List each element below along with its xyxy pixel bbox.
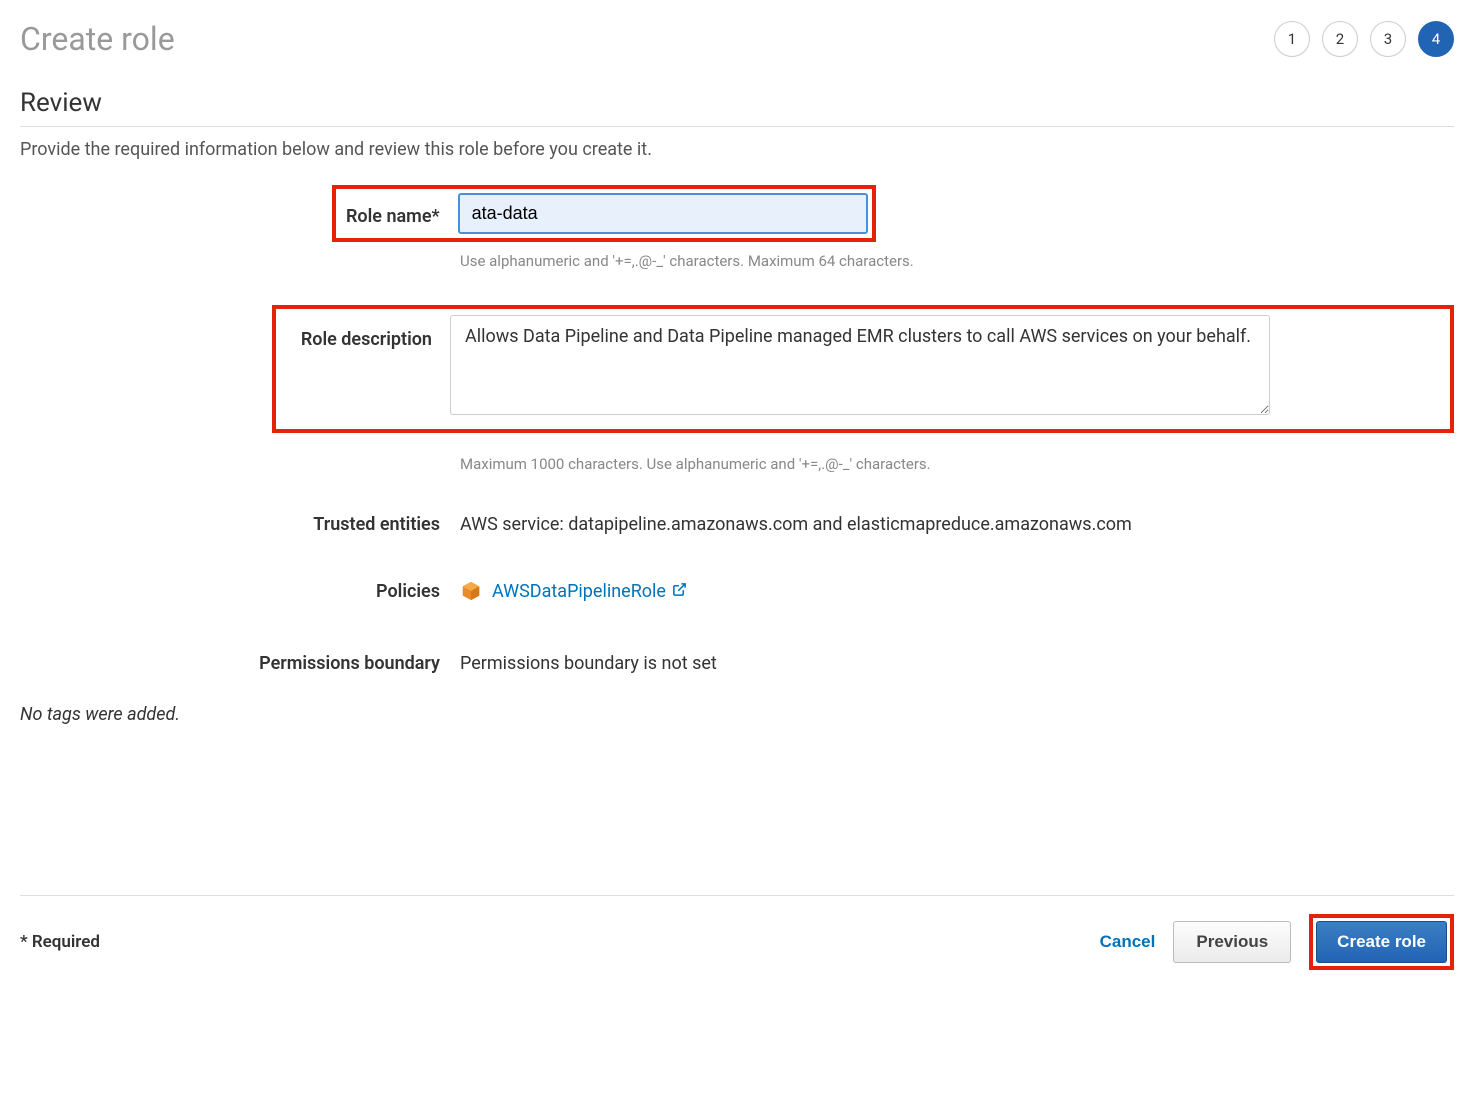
wizard-steps: 1 2 3 4: [1274, 21, 1454, 57]
create-role-button[interactable]: Create role: [1316, 921, 1447, 963]
section-subtitle: Provide the required information below a…: [20, 139, 1454, 160]
required-note: * Required: [20, 932, 100, 952]
cancel-button[interactable]: Cancel: [1100, 932, 1156, 952]
permissions-boundary-value: Permissions boundary is not set: [460, 647, 1454, 674]
role-description-textarea[interactable]: [450, 315, 1270, 415]
role-name-highlight: Role name*: [332, 185, 876, 242]
step-4[interactable]: 4: [1418, 21, 1454, 57]
trusted-entities-value: AWS service: datapipeline.amazonaws.com …: [460, 508, 1454, 535]
step-1[interactable]: 1: [1274, 21, 1310, 57]
role-description-highlight: Role description: [272, 305, 1454, 433]
role-name-label: Role name*: [340, 200, 458, 227]
policy-cube-icon: [460, 580, 482, 602]
step-2[interactable]: 2: [1322, 21, 1358, 57]
create-role-highlight: Create role: [1309, 914, 1454, 970]
trusted-entities-label: Trusted entities: [20, 508, 460, 535]
step-3[interactable]: 3: [1370, 21, 1406, 57]
role-name-hint: Use alphanumeric and '+=,.@-_' character…: [460, 252, 914, 270]
external-link-icon: [672, 581, 687, 602]
role-description-label: Role description: [282, 315, 450, 350]
divider: [20, 126, 1454, 127]
section-title: Review: [20, 88, 1454, 118]
policies-label: Policies: [20, 581, 460, 602]
role-name-input[interactable]: [458, 193, 868, 234]
previous-button[interactable]: Previous: [1173, 921, 1291, 963]
permissions-boundary-label: Permissions boundary: [20, 647, 460, 674]
tags-note: No tags were added.: [20, 704, 1454, 725]
policy-link-text: AWSDataPipelineRole: [492, 581, 666, 602]
role-description-hint: Maximum 1000 characters. Use alphanumeri…: [460, 455, 931, 473]
page-title: Create role: [20, 20, 175, 58]
policy-link[interactable]: AWSDataPipelineRole: [492, 581, 687, 602]
